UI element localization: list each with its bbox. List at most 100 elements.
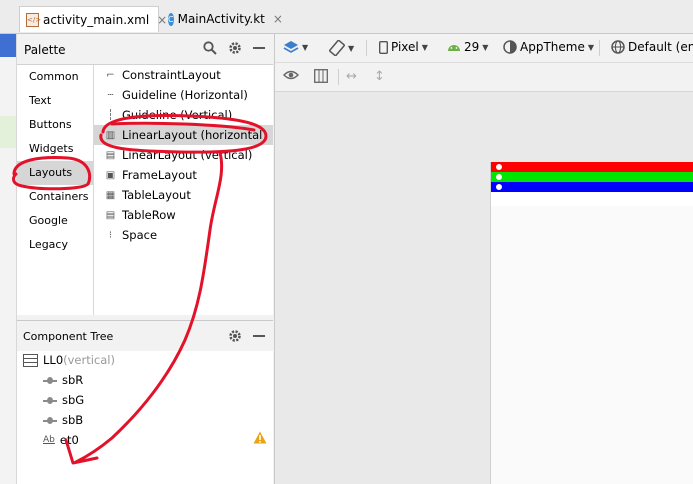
vertical-resize-icon[interactable]: ↕ (374, 69, 385, 84)
gutter-highlight (0, 116, 16, 148)
palette-item-label: FrameLayout (122, 168, 197, 182)
guideline-vertical-icon: ┆ (107, 109, 114, 121)
seekbar-red[interactable] (491, 162, 693, 172)
palette-item-linearlayout-vertical[interactable]: ▤ LinearLayout (vertical) (94, 145, 273, 165)
seekbar-thumb[interactable] (496, 184, 502, 190)
horizontal-resize-icon[interactable]: ↔ (346, 69, 357, 84)
category-widgets[interactable]: Widgets (17, 137, 93, 161)
palette-item-label: TableRow (122, 208, 176, 222)
kotlin-file-icon: C (168, 12, 174, 26)
component-tree-header: Component Tree (17, 320, 273, 352)
seekbar-blue[interactable] (491, 182, 693, 192)
theme-label: AppTheme (520, 40, 585, 54)
constraint-layout-icon: ⌐ (106, 69, 115, 81)
api-level-selector[interactable]: 29 ▼ (447, 40, 488, 54)
phone-icon (379, 40, 388, 54)
columns-icon (314, 69, 328, 83)
seekbar-thumb[interactable] (496, 164, 502, 170)
locale-selector[interactable]: Default (en- (611, 40, 693, 54)
linear-layout-horizontal-icon: ▥ (105, 129, 116, 141)
warning-icon[interactable] (253, 431, 267, 444)
category-buttons[interactable]: Buttons (17, 113, 93, 137)
seekbar-icon (43, 396, 57, 405)
edittext-preview[interactable] (491, 192, 693, 206)
frame-layout-icon: ▣ (105, 169, 116, 181)
orientation-button[interactable]: ▼ (329, 40, 354, 56)
tab-label: activity_main.xml (43, 12, 150, 27)
edittext-icon: Ab (43, 435, 55, 445)
eye-icon (283, 70, 299, 80)
palette-item-label: LinearLayout (horizontal) (122, 128, 267, 142)
design-toolbar-secondary: ↔ ↕ (275, 63, 693, 92)
palette-item-guideline-horizontal[interactable]: ┄ Guideline (Horizontal) (94, 85, 273, 105)
chevron-down-icon: ▼ (421, 42, 428, 52)
category-legacy[interactable]: Legacy (17, 233, 93, 257)
tab-main-activity-kt[interactable]: C MainActivity.kt × (162, 6, 288, 32)
gear-icon[interactable] (228, 41, 242, 55)
category-google[interactable]: Google (17, 209, 93, 233)
chevron-down-icon: ▼ (587, 42, 594, 52)
chevron-down-icon: ▼ (348, 43, 355, 53)
palette-header: Palette (17, 34, 273, 65)
palette-item-tablerow[interactable]: ▤ TableRow (94, 205, 273, 225)
tree-node-label: sbB (62, 413, 84, 427)
category-common[interactable]: Common (17, 65, 93, 89)
palette-item-framelayout[interactable]: ▣ FrameLayout (94, 165, 273, 185)
design-toolbar: ▼ ▼ Pixel ▼ 29 ▼ AppTheme ▼ Default (en- (275, 34, 693, 63)
editor-left-gutter (0, 34, 17, 484)
seekbar-icon (43, 416, 57, 425)
guideline-horizontal-icon: ┄ (107, 89, 114, 101)
linear-layout-vertical-icon: ▤ (105, 149, 116, 161)
close-tab-icon[interactable]: × (273, 12, 283, 26)
palette-item-guideline-vertical[interactable]: ┆ Guideline (Vertical) (94, 105, 273, 125)
tree-node-sbg[interactable]: sbG (43, 393, 84, 407)
tree-node-et0[interactable]: Ab et0 (43, 433, 79, 447)
locale-label: Default (en- (628, 40, 693, 54)
view-options-button[interactable] (283, 69, 299, 81)
palette-item-label: LinearLayout (vertical) (122, 148, 253, 162)
globe-icon (611, 40, 625, 54)
device-preview[interactable] (490, 162, 693, 484)
palette-item-tablelayout[interactable]: ▦ TableLayout (94, 185, 273, 205)
device-selector[interactable]: Pixel ▼ (379, 40, 428, 54)
seekbar-icon (43, 376, 57, 385)
palette-item-label: Guideline (Vertical) (122, 108, 233, 122)
tab-label: MainActivity.kt (177, 12, 265, 26)
component-tree-title: Component Tree (23, 330, 114, 343)
tree-node-label: et0 (59, 433, 79, 447)
tree-node-orientation: (vertical) (63, 353, 115, 367)
device-label: Pixel (391, 40, 419, 54)
toolbar-separator (366, 40, 367, 56)
theme-selector[interactable]: AppTheme ▼ (503, 40, 594, 54)
palette-item-label: Guideline (Horizontal) (122, 88, 248, 102)
palette-item-linearlayout-horizontal[interactable]: ▥ LinearLayout (horizontal) (94, 125, 273, 145)
tree-node-sbr[interactable]: sbR (43, 373, 83, 387)
android-icon (448, 45, 460, 51)
table-layout-icon: ▦ (105, 189, 116, 201)
category-layouts[interactable]: Layouts (17, 161, 93, 185)
palette-item-constraintlayout[interactable]: ⌐ ConstraintLayout (94, 65, 273, 85)
tab-activity-main-xml[interactable]: </> activity_main.xml × (19, 6, 167, 32)
table-row-icon: ▤ (105, 209, 116, 221)
seekbar-thumb[interactable] (496, 174, 502, 180)
tree-node-label: sbR (62, 373, 84, 387)
palette-item-label: ConstraintLayout (122, 68, 221, 82)
search-icon[interactable] (203, 41, 217, 55)
minimize-icon[interactable] (253, 47, 265, 50)
toolbar-separator (338, 69, 339, 85)
palette-item-space[interactable]: ⁝ Space (94, 225, 273, 245)
category-text[interactable]: Text (17, 89, 93, 113)
api-level-label: 29 (464, 40, 480, 54)
layout-bounds-button[interactable] (314, 69, 328, 83)
design-surface-button[interactable]: ▼ (283, 40, 308, 55)
linear-layout-vertical-icon (23, 353, 38, 367)
palette-items: ⌐ ConstraintLayout ┄ Guideline (Horizont… (94, 65, 273, 315)
seekbar-green[interactable] (491, 172, 693, 182)
category-containers[interactable]: Containers (17, 185, 93, 209)
minimize-icon[interactable] (253, 335, 265, 338)
tree-node-sbb[interactable]: sbB (43, 413, 83, 427)
gear-icon[interactable] (228, 329, 242, 343)
tree-node-ll0[interactable]: LL0 (vertical) (23, 353, 115, 367)
tree-node-label: LL0 (43, 353, 64, 367)
layers-icon (283, 41, 299, 53)
